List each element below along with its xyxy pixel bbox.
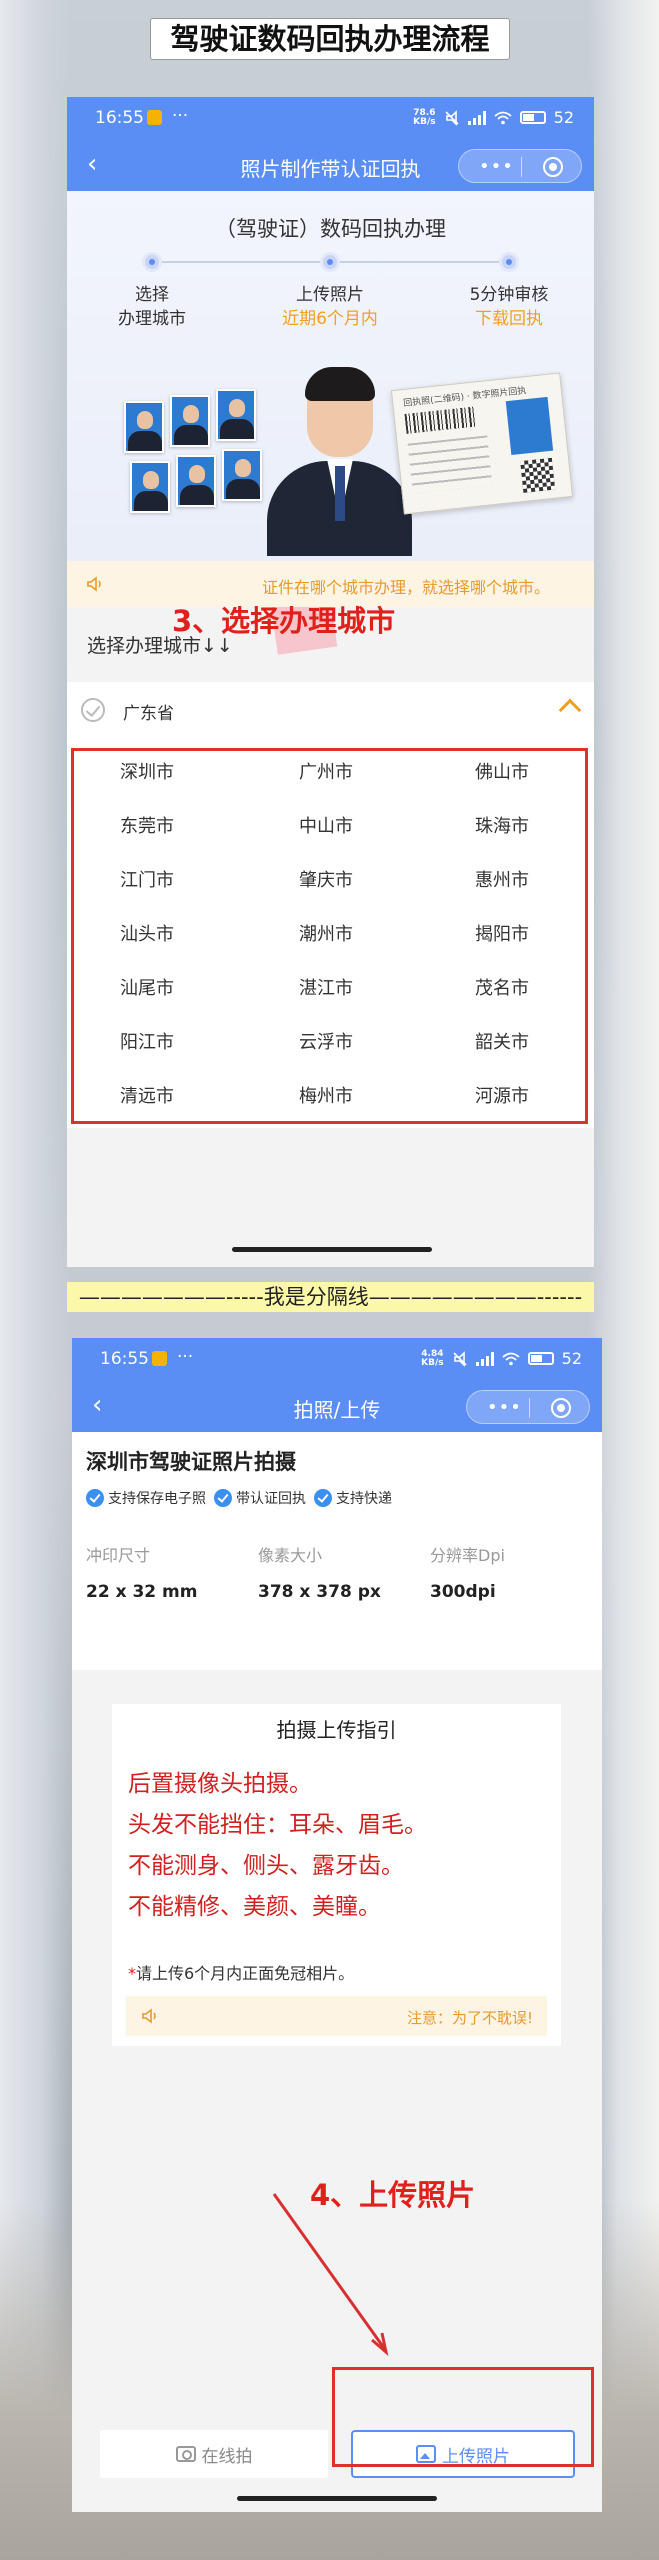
wifi-icon [494,111,512,124]
feature-tags: 支持保存电子照 带认证回执 支持快递 [86,1488,392,1508]
status-bar: 16:55 ··· 78.6 KB/s 52 [67,97,594,139]
notice-text: 证件在哪个城市办理，就选择哪个城市。 [261,578,550,597]
spec-value: 300dpi [430,1582,496,1602]
background-curtain-left [0,0,70,2560]
step-select-city: 选择 办理城市 [118,285,186,329]
step-dot [499,252,519,272]
network-speed: 78.6 KB/s [413,107,436,127]
checkbox-icon[interactable] [81,698,105,722]
more-options-icon[interactable]: ••• [487,1397,522,1418]
signal-icon [475,1351,494,1366]
wifi-icon [502,1352,520,1365]
feature-tag: 支持保存电子照 [86,1488,206,1508]
status-time: 16:55 [100,1349,149,1369]
status-more: ··· [172,106,189,126]
province-name: 广东省 [123,704,174,724]
spec-label: 像素大小 [258,1546,323,1565]
signal-icon [467,110,486,125]
notification-app-icon [152,1351,167,1366]
home-indicator [232,1247,432,1252]
online-shoot-button[interactable]: 在线拍 [100,2430,328,2478]
feature-tag: 带认证回执 [214,1488,306,1508]
province-row[interactable]: 广东省 [67,682,594,738]
network-speed: 4.84 KB/s [421,1348,444,1368]
step-dot [142,252,162,272]
check-icon [314,1489,332,1507]
more-options-icon[interactable]: ••• [479,156,514,177]
annotation-arrow-icon [272,2193,389,2357]
guide-note: *请上传6个月内正面免冠相片。 [128,1964,355,1983]
speaker-icon [142,2008,156,2024]
speaker-icon [87,576,101,592]
spec-value: 378 x 378 px [258,1582,381,1602]
photo-spec-card: 深圳市驾驶证照片拍摄 支持保存电子照 带认证回执 支持快递 冲印尺寸 22 x … [72,1432,602,1670]
page-title: 驾驶证数码回执办理流程 [150,18,510,60]
close-miniprogram-icon[interactable] [551,1398,571,1418]
battery-percent: 52 [553,108,574,127]
notice-text: 注意：为了不耽误! [406,2009,533,2027]
notification-app-icon [147,110,162,125]
guide-title: 拍摄上传指引 [276,1718,397,1742]
chevron-up-icon[interactable] [558,698,582,722]
battery-percent: 52 [561,1349,582,1368]
battery-icon [527,1352,554,1365]
mute-icon [445,109,459,126]
miniprogram-capsule: ••• [466,1390,590,1424]
upload-guide-card: 拍摄上传指引 后置摄像头拍摄。 头发不能挡住：耳朵、眉毛。 不能测身、侧头、露牙… [112,1704,561,2046]
sample-receipt-card: 回执照(二维码) · 数字照片回执 [390,372,574,515]
divider-line: ———————-----我是分隔线————————------ [67,1282,594,1312]
highlight-box-upload-button [332,2367,594,2467]
status-more: ··· [177,1347,194,1367]
qr-code-icon [520,457,556,493]
check-icon [214,1489,232,1507]
status-bar: 16:55 ··· 4.84 KB/s 52 [72,1338,602,1380]
spec-value: 22 x 32 mm [86,1582,198,1602]
process-banner: （驾驶证）数码回执办理 选择 办理城市 上传照片 近期6个月内 5分钟审核 下载回执 [67,191,594,655]
guide-line: 不能测身、侧头、露牙齿。 [128,1853,404,1879]
camera-icon [175,2446,196,2462]
feature-tag: 支持快递 [314,1488,392,1508]
nav-bar: ‹ 照片制作带认证回执 ••• [67,139,594,191]
guide-line: 后置摄像头拍摄。 [128,1771,312,1797]
status-time: 16:55 [95,108,144,128]
spec-label: 冲印尺寸 [86,1546,151,1565]
miniprogram-capsule: ••• [458,149,582,183]
highlight-box-city-list [71,748,588,1124]
notice-bar: 注意：为了不耽误! [126,1996,547,2036]
step-review-download: 5分钟审核 下载回执 [469,285,549,329]
spec-label: 分辨率Dpi [430,1546,505,1565]
battery-icon [519,111,546,124]
sample-id-photos [122,371,338,655]
close-miniprogram-icon[interactable] [543,157,563,177]
guide-line: 头发不能挡住：耳朵、眉毛。 [128,1812,427,1838]
mute-icon [453,1350,467,1367]
banner-heading: （驾驶证）数码回执办理 [215,217,446,241]
check-icon [86,1489,104,1507]
step-dot [320,252,340,272]
photo-spec-title: 深圳市驾驶证照片拍摄 [86,1450,296,1474]
annotation-step-3: 3、选择办理城市 [172,604,396,638]
home-indicator [237,2496,437,2501]
nav-bar: ‹ 拍照/上传 ••• [72,1380,602,1432]
step-upload-photo: 上传照片 近期6个月内 [282,285,378,329]
guide-line: 不能精修、美颜、美瞳。 [128,1894,381,1920]
